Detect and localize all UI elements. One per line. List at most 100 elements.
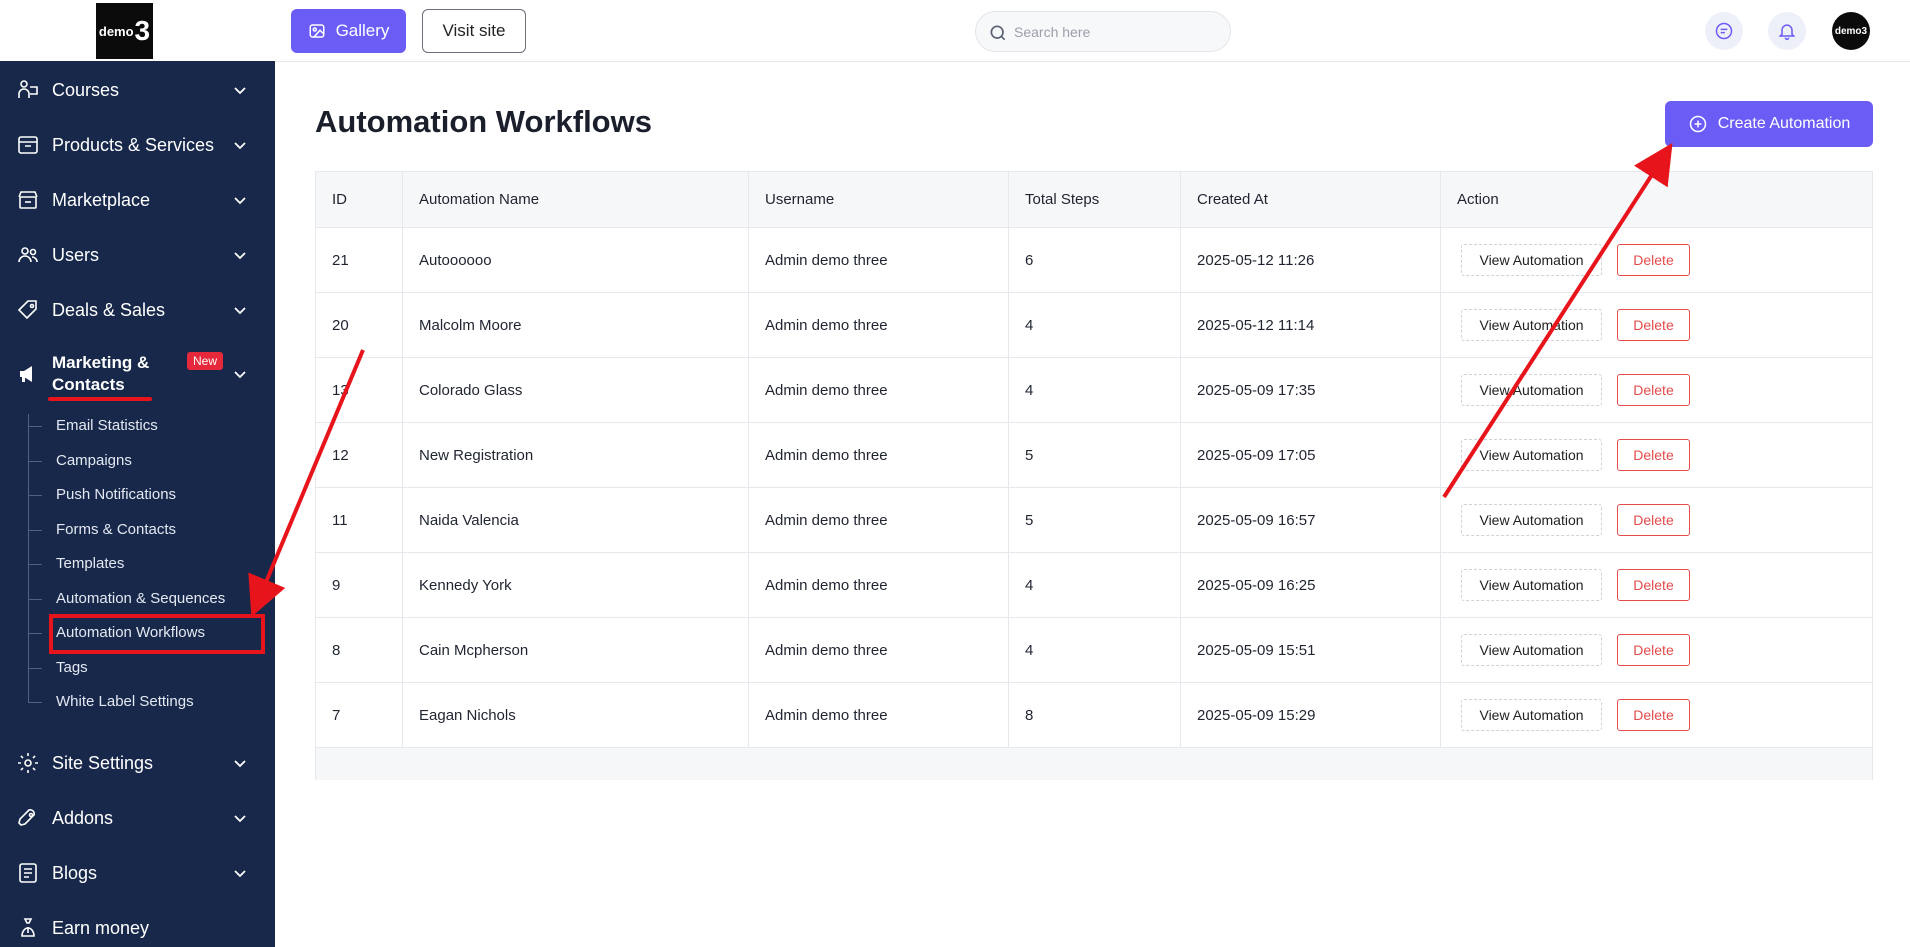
megaphone-icon — [16, 362, 40, 386]
cell-steps: 8 — [1025, 707, 1034, 724]
sidebar-item-label: Products & Services — [52, 134, 215, 155]
view-automation-button[interactable]: View Automation — [1461, 439, 1602, 471]
chevron-down-icon — [232, 366, 248, 382]
submenu-tick — [28, 495, 42, 496]
submenu-email-statistics[interactable]: Email Statistics — [56, 417, 158, 434]
submenu-tick — [28, 702, 42, 703]
delete-button[interactable]: Delete — [1617, 309, 1690, 341]
submenu-campaigns[interactable]: Campaigns — [56, 452, 132, 469]
cell-created: 2025-05-09 16:57 — [1197, 512, 1316, 529]
logo[interactable]: demo 3 — [96, 3, 153, 59]
table-header: ID Automation Name Username Total Steps … — [316, 172, 1872, 228]
cell-username: Admin demo three — [765, 317, 888, 334]
submenu-tree-line — [28, 414, 29, 702]
cell-steps: 6 — [1025, 252, 1034, 269]
sidebar-item-blogs[interactable]: Blogs — [0, 861, 275, 885]
cell-name: Naida Valencia — [419, 512, 519, 529]
automation-table: ID Automation Name Username Total Steps … — [315, 171, 1873, 780]
submenu-push-notifications[interactable]: Push Notifications — [56, 486, 176, 503]
sidebar-item-label: Deals & Sales — [52, 299, 166, 320]
delete-button[interactable]: Delete — [1617, 569, 1690, 601]
view-automation-button[interactable]: View Automation — [1461, 309, 1602, 341]
submenu-forms-contacts[interactable]: Forms & Contacts — [56, 521, 176, 538]
chat-icon — [1715, 22, 1733, 40]
view-automation-button[interactable]: View Automation — [1461, 244, 1602, 276]
table-row: 20 Malcolm Moore Admin demo three 4 2025… — [316, 293, 1872, 358]
submenu-tags[interactable]: Tags — [56, 659, 88, 676]
sidebar-item-users[interactable]: Users — [0, 243, 275, 267]
column-header-name: Automation Name — [419, 191, 540, 208]
create-automation-button[interactable]: Create Automation — [1665, 101, 1873, 147]
page-title: Automation Workflows — [315, 104, 652, 139]
chevron-down-icon — [232, 82, 248, 98]
sidebar-item-products[interactable]: Products & Services — [0, 133, 275, 157]
delete-button[interactable]: Delete — [1617, 374, 1690, 406]
submenu-tick — [28, 530, 42, 531]
rocket-icon — [16, 806, 40, 830]
submenu-tick — [28, 668, 42, 669]
column-header-created-at: Created At — [1197, 191, 1268, 208]
users-icon — [16, 243, 40, 267]
cell-id: 20 — [332, 317, 349, 334]
submenu-tick — [28, 633, 42, 634]
sidebar-item-label: Users — [52, 244, 100, 265]
table-row: 21 Autoooooo Admin demo three 6 2025-05-… — [316, 228, 1872, 293]
table-row: 12 New Registration Admin demo three 5 2… — [316, 423, 1872, 488]
logo-area: demo 3 — [0, 0, 275, 61]
table-footer — [316, 748, 1872, 780]
cell-name: Cain Mcpherson — [419, 642, 529, 659]
notifications-button[interactable] — [1768, 12, 1806, 50]
cell-created: 2025-05-09 17:05 — [1197, 447, 1316, 464]
visit-site-button[interactable]: Visit site — [422, 9, 526, 53]
table-row: 9 Kennedy York Admin demo three 4 2025-0… — [316, 553, 1872, 618]
view-automation-button[interactable]: View Automation — [1461, 374, 1602, 406]
column-header-total-steps: Total Steps — [1025, 191, 1100, 208]
gallery-button[interactable]: Gallery — [291, 9, 406, 53]
delete-button[interactable]: Delete — [1617, 634, 1690, 666]
cell-name: New Registration — [419, 447, 534, 464]
cell-steps: 5 — [1025, 447, 1034, 464]
cell-created: 2025-05-09 15:29 — [1197, 707, 1316, 724]
plus-circle-icon — [1689, 115, 1706, 133]
view-automation-button[interactable]: View Automation — [1461, 699, 1602, 731]
search-icon — [990, 25, 1006, 41]
submenu-white-label-settings[interactable]: White Label Settings — [56, 693, 194, 710]
gear-icon — [16, 751, 40, 775]
cell-username: Admin demo three — [765, 577, 888, 594]
table-row: 8 Cain Mcpherson Admin demo three 4 2025… — [316, 618, 1872, 683]
avatar[interactable]: demo3 — [1832, 12, 1870, 50]
tag-icon — [16, 298, 40, 322]
submenu-templates[interactable]: Templates — [56, 555, 124, 572]
delete-button[interactable]: Delete — [1617, 439, 1690, 471]
sidebar-item-marketing-label: Marketing & Contacts — [52, 353, 150, 394]
store-icon — [16, 188, 40, 212]
table-row: 7 Eagan Nichols Admin demo three 8 2025-… — [316, 683, 1872, 748]
sidebar-item-marketplace[interactable]: Marketplace — [0, 188, 275, 212]
search-input[interactable] — [1014, 20, 1214, 44]
delete-button[interactable]: Delete — [1617, 699, 1690, 731]
document-icon — [16, 861, 40, 885]
sidebar-item-site-settings[interactable]: Site Settings — [0, 751, 275, 775]
view-automation-button[interactable]: View Automation — [1461, 634, 1602, 666]
cell-name: Eagan Nichols — [419, 707, 516, 724]
submenu-automation-sequences[interactable]: Automation & Sequences — [56, 590, 225, 607]
delete-button[interactable]: Delete — [1617, 244, 1690, 276]
sidebar-item-label: Earn money — [52, 917, 150, 938]
sidebar-item-deals[interactable]: Deals & Sales — [0, 298, 275, 322]
column-header-action: Action — [1457, 191, 1499, 208]
cell-username: Admin demo three — [765, 382, 888, 399]
sidebar-item-earn-money[interactable]: Earn money — [0, 916, 275, 940]
sidebar-item-courses[interactable]: Courses — [0, 78, 275, 102]
submenu-tick — [28, 599, 42, 600]
view-automation-button[interactable]: View Automation — [1461, 569, 1602, 601]
box-icon — [16, 133, 40, 157]
chevron-down-icon — [232, 865, 248, 881]
view-automation-button[interactable]: View Automation — [1461, 504, 1602, 536]
annotation-underline — [48, 397, 152, 401]
sidebar-item-label: Addons — [52, 807, 114, 828]
delete-button[interactable]: Delete — [1617, 504, 1690, 536]
sidebar-item-addons[interactable]: Addons — [0, 806, 275, 830]
chat-button[interactable] — [1705, 12, 1743, 50]
submenu-tick — [28, 564, 42, 565]
cell-name: Colorado Glass — [419, 382, 523, 399]
